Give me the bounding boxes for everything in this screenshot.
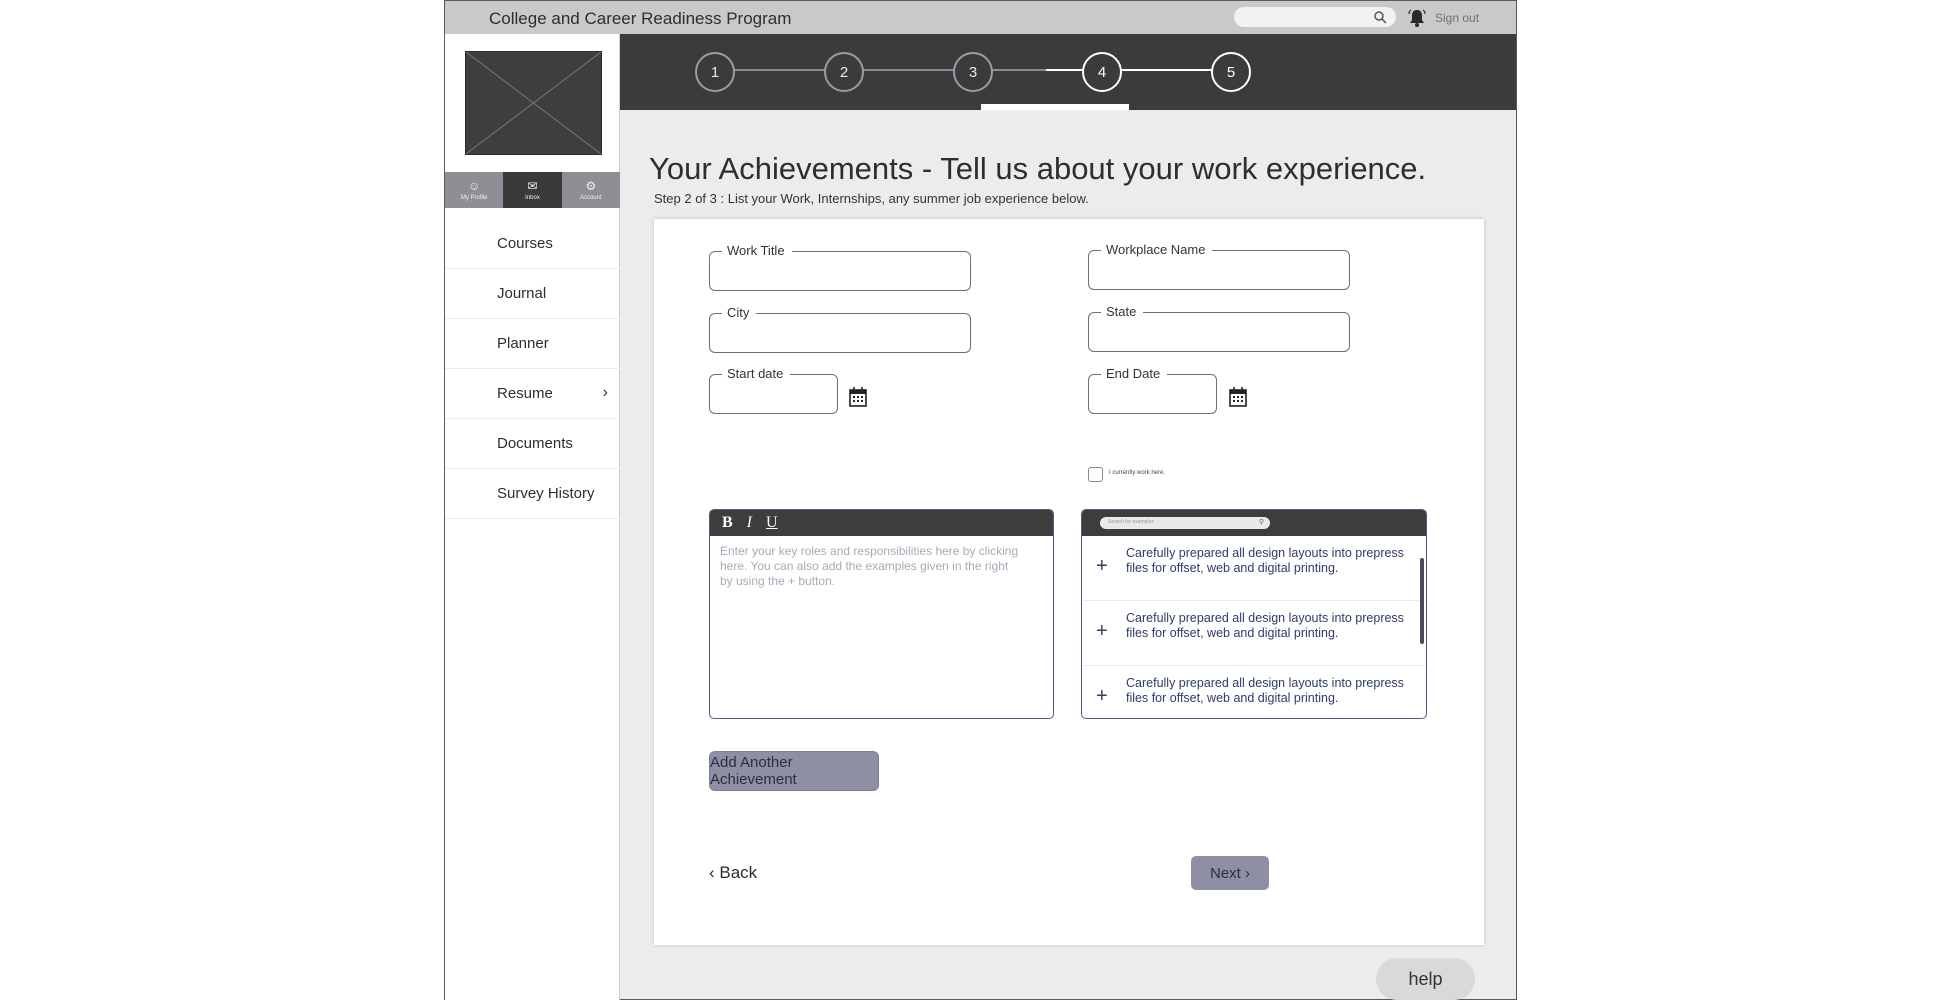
inbox-button[interactable]: ✉ Inbox xyxy=(503,172,562,208)
search-input[interactable] xyxy=(1234,7,1396,27)
add-another-achievement-button[interactable]: Add Another Achievement xyxy=(709,751,879,791)
logo-placeholder xyxy=(465,51,602,155)
examples-panel: Search for examples ⚲ + Carefully prepar… xyxy=(1081,509,1427,719)
examples-search-placeholder: Search for examples xyxy=(1108,519,1154,525)
sidebar-item-planner[interactable]: Planner xyxy=(445,319,620,369)
responsibilities-editor[interactable]: B I U Enter your key roles and responsib… xyxy=(709,509,1054,719)
editor-toolbar: B I U xyxy=(710,510,1053,536)
step-5[interactable]: 5 xyxy=(1211,52,1251,92)
page-subtitle: Step 2 of 3 : List your Work, Internship… xyxy=(654,191,1089,206)
example-text: Carefully prepared all design layouts in… xyxy=(1126,676,1404,705)
examples-toolbar: Search for examples ⚲ xyxy=(1082,510,1426,536)
calendar-icon[interactable] xyxy=(848,386,868,408)
add-example-plus-icon[interactable]: + xyxy=(1096,621,1108,641)
workplace-name-field[interactable]: Workplace Name xyxy=(1088,242,1350,290)
smiley-icon: ☺ xyxy=(468,178,481,193)
start-date-field[interactable]: Start date xyxy=(709,366,838,414)
example-item: + Carefully prepared all design layouts … xyxy=(1082,666,1426,718)
back-button[interactable]: ‹ Back xyxy=(709,863,757,883)
achievement-form-card: Work Title Workplace Name City State Sta… xyxy=(654,219,1484,945)
example-text: Carefully prepared all design layouts in… xyxy=(1126,546,1404,575)
bell-icon[interactable] xyxy=(1407,8,1427,28)
progress-stepper: 1 2 3 4 5 xyxy=(620,34,1516,110)
top-bar: College and Career Readiness Program Sig… xyxy=(445,1,1516,34)
my-profile-label: My Profile xyxy=(460,194,488,201)
italic-button[interactable]: I xyxy=(747,514,752,532)
my-profile-button[interactable]: ☺ My Profile xyxy=(445,172,504,208)
sidebar-item-documents[interactable]: Documents xyxy=(445,419,620,469)
current-step-indicator xyxy=(981,104,1129,110)
next-button[interactable]: Next › xyxy=(1191,856,1269,890)
bold-button[interactable]: B xyxy=(722,514,733,532)
state-label: State xyxy=(1101,304,1144,319)
inbox-label: Inbox xyxy=(525,194,540,201)
workplace-name-label: Workplace Name xyxy=(1101,242,1213,257)
sidebar-item-label: Courses xyxy=(497,235,553,252)
example-text: Carefully prepared all design layouts in… xyxy=(1126,611,1404,640)
sidebar-item-journal[interactable]: Journal xyxy=(445,269,620,319)
editor-placeholder[interactable]: Enter your key roles and responsibilitie… xyxy=(710,536,1030,597)
city-field[interactable]: City xyxy=(709,305,971,353)
end-date-label: End Date xyxy=(1101,366,1168,381)
sidebar: ☺ My Profile ✉ Inbox ⚙ Account Courses J… xyxy=(445,34,620,1000)
signout-link[interactable]: Sign out xyxy=(1435,11,1479,25)
end-date-field[interactable]: End Date xyxy=(1088,366,1217,414)
chevron-right-icon: › xyxy=(602,384,608,401)
step-4[interactable]: 4 xyxy=(1082,52,1122,92)
search-icon: ⚲ xyxy=(1258,519,1264,526)
calendar-icon[interactable] xyxy=(1228,386,1248,408)
account-label: Account xyxy=(579,194,602,201)
example-item: + Carefully prepared all design layouts … xyxy=(1082,601,1426,666)
sidebar-item-label: Documents xyxy=(497,435,573,452)
sidebar-item-label: Journal xyxy=(497,285,547,302)
state-field[interactable]: State xyxy=(1088,304,1350,352)
profile-icon-row: ☺ My Profile ✉ Inbox ⚙ Account xyxy=(445,172,620,208)
work-title-field[interactable]: Work Title xyxy=(709,243,971,291)
stepper-line-complete xyxy=(1046,69,1228,71)
page-title: Your Achievements - Tell us about your w… xyxy=(649,151,1427,186)
step-2[interactable]: 2 xyxy=(824,52,864,92)
currently-work-label: I currently work here. xyxy=(1109,470,1166,476)
app-window: College and Career Readiness Program Sig… xyxy=(444,0,1517,1000)
sidebar-item-label: Planner xyxy=(497,335,549,352)
sidebar-item-survey-history[interactable]: Survey History xyxy=(445,469,620,519)
example-item: + Carefully prepared all design layouts … xyxy=(1082,536,1426,601)
sidebar-item-label: Resume xyxy=(497,385,553,402)
account-button[interactable]: ⚙ Account xyxy=(561,172,620,208)
sidebar-item-courses[interactable]: Courses xyxy=(445,219,620,269)
sidebar-item-resume[interactable]: Resume › xyxy=(445,369,620,419)
work-title-label: Work Title xyxy=(722,243,792,258)
sidebar-item-label: Survey History xyxy=(497,485,595,502)
step-3[interactable]: 3 xyxy=(953,52,993,92)
add-example-plus-icon[interactable]: + xyxy=(1096,686,1108,706)
currently-work-checkbox[interactable] xyxy=(1088,467,1103,482)
examples-scrollbar[interactable] xyxy=(1420,558,1424,644)
examples-search-input[interactable]: Search for examples ⚲ xyxy=(1100,517,1270,529)
start-date-label: Start date xyxy=(722,366,791,381)
search-icon xyxy=(1374,11,1387,24)
envelope-icon: ✉ xyxy=(527,178,538,193)
add-example-plus-icon[interactable]: + xyxy=(1096,556,1108,576)
app-title: College and Career Readiness Program xyxy=(489,9,792,28)
step-1[interactable]: 1 xyxy=(695,52,735,92)
gear-icon: ⚙ xyxy=(585,178,597,193)
sidebar-nav: Courses Journal Planner Resume › Document… xyxy=(445,219,620,519)
city-label: City xyxy=(722,305,757,320)
underline-button[interactable]: U xyxy=(766,514,778,532)
help-button[interactable]: help xyxy=(1376,958,1475,1000)
